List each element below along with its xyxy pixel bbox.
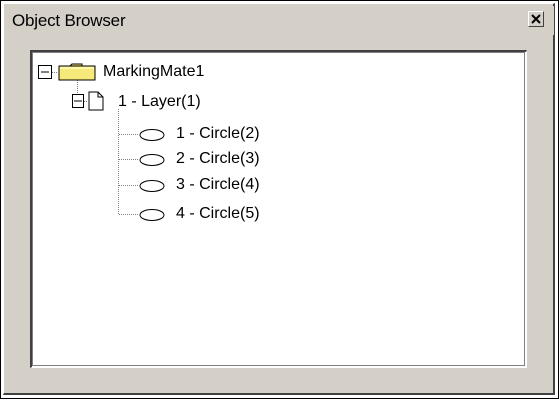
- ellipse-icon: [139, 129, 165, 141]
- tree-node-circle-label[interactable]: 2 - Circle(3): [176, 149, 260, 169]
- tree-connector-lines: [52, 72, 138, 215]
- tree-node-circle-label[interactable]: 4 - Circle(5): [176, 204, 260, 224]
- tree-node-root-label[interactable]: MarkingMate1: [103, 62, 204, 82]
- window-title: Object Browser: [12, 11, 126, 30]
- ellipse-icon: [139, 209, 165, 221]
- ellipse-icon: [139, 180, 165, 192]
- tree-node-circle-label[interactable]: 3 - Circle(4): [176, 175, 260, 195]
- layer-collapse-toggle[interactable]: [72, 94, 84, 108]
- close-icon: [531, 14, 541, 24]
- tree-node-circle-label[interactable]: 1 - Circle(2): [176, 124, 260, 144]
- object-tree[interactable]: MarkingMate1 1 - Layer(1) 1 - Circle(2) …: [30, 50, 527, 368]
- layer-page-icon: [88, 91, 104, 111]
- ellipse-icon: [139, 154, 165, 166]
- root-collapse-toggle[interactable]: [38, 65, 52, 79]
- close-button[interactable]: [528, 11, 544, 27]
- title-bar[interactable]: Object Browser: [4, 6, 554, 35]
- folder-icon: [58, 63, 96, 81]
- tree-node-layer-label[interactable]: 1 - Layer(1): [118, 92, 201, 112]
